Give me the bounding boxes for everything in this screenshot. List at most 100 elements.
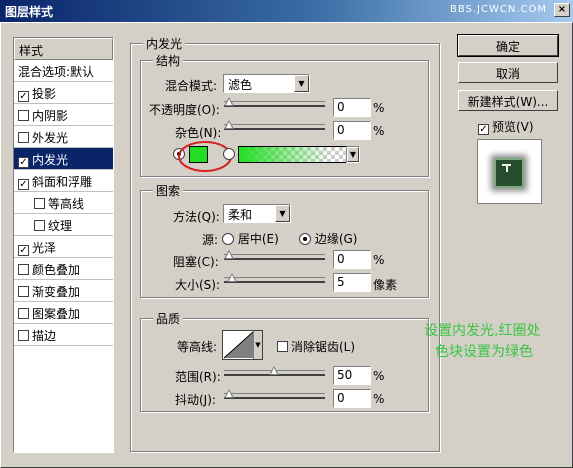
range-label: 范围(R): bbox=[175, 370, 221, 384]
method-value: 柔和 bbox=[228, 208, 253, 222]
style-item-label: 纹理 bbox=[48, 219, 73, 233]
noise-unit: % bbox=[373, 124, 385, 138]
choke-input[interactable]: 0 bbox=[333, 250, 371, 269]
antialias-checkbox[interactable] bbox=[277, 341, 288, 352]
jitter-slider[interactable] bbox=[224, 389, 325, 399]
range-slider[interactable] bbox=[224, 366, 325, 376]
size-label: 大小(S): bbox=[175, 278, 221, 292]
ok-button[interactable]: 确定 bbox=[457, 34, 559, 57]
style-item-checkbox[interactable] bbox=[18, 330, 29, 341]
chevron-down-icon: ▼ bbox=[294, 75, 309, 92]
close-button[interactable]: × bbox=[554, 3, 570, 17]
style-item-label: 描边 bbox=[32, 329, 57, 343]
blend-mode-select[interactable]: 滤色 ▼ bbox=[223, 74, 310, 93]
choke-label: 阻塞(C): bbox=[173, 255, 219, 269]
inner-glow-title: 内发光 bbox=[143, 35, 186, 52]
source-label: 源: bbox=[202, 233, 219, 247]
new-style-button[interactable]: 新建样式(W)... bbox=[458, 90, 558, 111]
style-item[interactable]: 颜色叠加 bbox=[14, 258, 113, 280]
style-item-checkbox[interactable] bbox=[18, 286, 29, 297]
contour-label: 等高线: bbox=[177, 340, 218, 354]
style-item[interactable]: 图案叠加 bbox=[14, 302, 113, 324]
size-slider-thumb[interactable] bbox=[227, 273, 237, 282]
contour-picker[interactable]: ▼ bbox=[222, 330, 263, 360]
style-item[interactable]: 描边 bbox=[14, 324, 113, 346]
opacity-slider[interactable] bbox=[224, 97, 325, 107]
jitter-slider-thumb[interactable] bbox=[224, 389, 234, 398]
style-item-label: 内发光 bbox=[32, 153, 69, 167]
watermark: BBS.JCWCN.COM bbox=[449, 4, 547, 15]
method-label: 方法(Q): bbox=[173, 210, 220, 224]
style-item[interactable]: 等高线 bbox=[14, 192, 113, 214]
window-title: 图层样式 bbox=[5, 5, 54, 19]
style-item-checkbox[interactable]: ✓ bbox=[18, 91, 29, 102]
style-item[interactable]: ✓ 投影 bbox=[14, 82, 113, 104]
noise-slider-thumb[interactable] bbox=[224, 120, 234, 129]
style-item-checkbox[interactable] bbox=[18, 264, 29, 275]
style-item[interactable]: 渐变叠加 bbox=[14, 280, 113, 302]
choke-slider[interactable] bbox=[224, 250, 325, 260]
chevron-down-icon[interactable]: ▼ bbox=[253, 331, 262, 359]
method-select[interactable]: 柔和 ▼ bbox=[223, 204, 291, 223]
style-item-label: 等高线 bbox=[48, 197, 85, 211]
styles-header[interactable]: 样式 bbox=[14, 38, 113, 60]
style-preview-thumbnail bbox=[477, 139, 542, 204]
preview-option[interactable]: ✓ 预览(V) bbox=[478, 118, 534, 135]
range-slider-thumb[interactable] bbox=[269, 366, 279, 375]
gradient-mode-radio[interactable] bbox=[223, 148, 235, 160]
blend-mode-value: 滤色 bbox=[228, 78, 253, 92]
chevron-down-icon: ▼ bbox=[347, 147, 359, 162]
gradient-picker-button[interactable]: ▼ bbox=[346, 146, 360, 163]
style-item-checkbox[interactable] bbox=[34, 198, 45, 209]
structure-title: 结构 bbox=[153, 52, 184, 69]
cancel-button[interactable]: 取消 bbox=[458, 62, 558, 83]
title-bar: 图层样式 BBS.JCWCN.COM × bbox=[0, 0, 573, 22]
opacity-label: 不透明度(O): bbox=[149, 103, 220, 117]
preview-square bbox=[494, 158, 524, 188]
style-item-checkbox[interactable] bbox=[18, 110, 29, 121]
blend-mode-label: 混合模式: bbox=[165, 79, 218, 93]
style-item-checkbox[interactable]: ✓ bbox=[18, 245, 29, 256]
style-item[interactable]: ✓ 光泽 bbox=[14, 236, 113, 258]
choke-slider-thumb[interactable] bbox=[224, 250, 234, 259]
styles-list: 样式 混合选项:默认 ✓ 投影 内阴影 外发光 ✓ 内发光 ✓ 斜面和浮雕 等高线 纹理 ✓ 光泽 颜色叠… bbox=[13, 37, 114, 453]
contour-curve-icon bbox=[223, 331, 254, 359]
style-item[interactable]: 内阴影 bbox=[14, 104, 113, 126]
style-item[interactable]: ✓ 内发光 bbox=[14, 148, 113, 170]
opacity-input[interactable]: 0 bbox=[333, 98, 371, 117]
source-center-radio[interactable] bbox=[222, 233, 234, 245]
noise-slider[interactable] bbox=[224, 120, 325, 130]
style-item-label: 投影 bbox=[32, 87, 57, 101]
style-item-label: 斜面和浮雕 bbox=[32, 175, 93, 189]
antialias-option[interactable]: 消除锯齿(L) bbox=[277, 338, 355, 355]
style-item-checkbox[interactable] bbox=[18, 132, 29, 143]
noise-label: 杂色(N): bbox=[175, 126, 222, 140]
style-item-checkbox[interactable]: ✓ bbox=[18, 157, 29, 168]
range-input[interactable]: 50 bbox=[333, 366, 371, 385]
preview-checkbox[interactable]: ✓ bbox=[478, 124, 489, 135]
style-item-checkbox[interactable] bbox=[34, 220, 45, 231]
style-item-label: 外发光 bbox=[32, 131, 69, 145]
size-slider[interactable] bbox=[224, 273, 325, 283]
range-unit: % bbox=[373, 369, 385, 383]
opacity-slider-thumb[interactable] bbox=[224, 97, 234, 106]
elements-title: 图索 bbox=[153, 182, 184, 199]
style-item[interactable]: 外发光 bbox=[14, 126, 113, 148]
size-input[interactable]: 5 bbox=[333, 273, 371, 292]
gradient-swatch[interactable] bbox=[238, 146, 347, 163]
source-center-option[interactable]: 居中(E) bbox=[222, 230, 279, 247]
style-item-label: 图案叠加 bbox=[32, 307, 81, 321]
style-item-checkbox[interactable]: ✓ bbox=[18, 179, 29, 190]
jitter-label: 抖动(J): bbox=[175, 393, 216, 407]
style-item[interactable]: 混合选项:默认 bbox=[14, 60, 113, 82]
style-item[interactable]: ✓ 斜面和浮雕 bbox=[14, 170, 113, 192]
source-edge-radio[interactable] bbox=[299, 233, 311, 245]
style-item[interactable]: 纹理 bbox=[14, 214, 113, 236]
quality-title: 品质 bbox=[153, 310, 184, 327]
size-unit: 像素 bbox=[373, 278, 398, 292]
source-edge-option[interactable]: 边缘(G) bbox=[299, 230, 358, 247]
jitter-input[interactable]: 0 bbox=[333, 389, 371, 408]
chevron-down-icon: ▼ bbox=[275, 205, 290, 222]
noise-input[interactable]: 0 bbox=[333, 121, 371, 140]
style-item-checkbox[interactable] bbox=[18, 308, 29, 319]
